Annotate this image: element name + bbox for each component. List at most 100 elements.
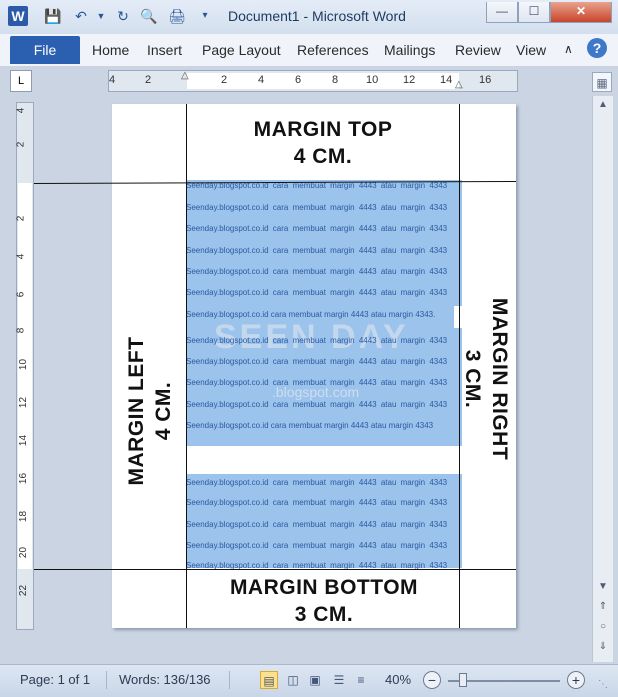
body-text-line: Seenday.blogspot.co.id cara membuat marg… bbox=[186, 421, 434, 430]
margin-bottom-title: MARGIN BOTTOM bbox=[229, 576, 419, 599]
margin-top-label: MARGIN TOP 4 CM. bbox=[188, 116, 458, 170]
scroll-up-icon[interactable]: ▲ bbox=[595, 98, 611, 112]
ruler-tick: 12 bbox=[18, 396, 30, 409]
tab-mailings[interactable]: Mailings bbox=[384, 42, 435, 58]
zoom-slider-thumb[interactable] bbox=[458, 673, 467, 687]
ruler-tick: 18 bbox=[18, 510, 30, 523]
tab-page-layout[interactable]: Page Layout bbox=[202, 42, 281, 58]
body-text-line: Seenday.blogspot.co.id cara membuat marg… bbox=[186, 498, 448, 507]
margin-right-value: 3 CM. bbox=[461, 349, 484, 409]
margin-top-title: MARGIN TOP bbox=[253, 118, 393, 141]
ruler-tick: 14 bbox=[440, 74, 453, 86]
undo-icon[interactable]: ↶ bbox=[72, 7, 90, 25]
ruler-tick: 22 bbox=[18, 584, 30, 597]
indent-marker-icon[interactable]: △ bbox=[181, 70, 189, 81]
minimize-button[interactable]: — bbox=[486, 2, 518, 23]
body-text-line: Seenday.blogspot.co.id cara membuat marg… bbox=[186, 357, 448, 366]
print-layout-view-icon[interactable]: ▤ bbox=[260, 671, 278, 689]
zoom-out-button[interactable]: − bbox=[423, 671, 441, 689]
ruler-tick: 14 bbox=[18, 434, 30, 447]
body-text-line: Seenday.blogspot.co.id cara membuat marg… bbox=[186, 478, 448, 487]
body-text-line: Seenday.blogspot.co.id cara membuat marg… bbox=[186, 378, 448, 387]
body-text-line: Seenday.blogspot.co.id cara membuat marg… bbox=[186, 288, 448, 297]
body-text-line: Seenday.blogspot.co.id cara membuat marg… bbox=[186, 224, 448, 233]
ruler-tick: 10 bbox=[366, 74, 379, 86]
scroll-down-icon[interactable]: ▼ bbox=[595, 580, 611, 594]
select-browse-object-icon[interactable]: ○ bbox=[595, 620, 611, 634]
ruler-text-area bbox=[187, 73, 459, 89]
print-preview-icon[interactable]: 🔍 bbox=[140, 7, 158, 25]
next-page-icon[interactable]: ⇓ bbox=[595, 640, 611, 654]
zoom-level[interactable]: 40% bbox=[385, 672, 411, 687]
help-icon[interactable]: ? bbox=[587, 38, 607, 58]
vertical-scrollbar[interactable]: ▲ ▼ ⇑ ○ ⇓ bbox=[592, 96, 613, 662]
ruler-tick: 8 bbox=[15, 327, 27, 334]
ruler-tick: 8 bbox=[332, 74, 339, 86]
maximize-button[interactable]: ☐ bbox=[518, 2, 550, 23]
margin-bottom-value: 3 CM. bbox=[294, 603, 354, 626]
resize-grip-icon[interactable]: ⋱ bbox=[598, 679, 608, 690]
ruler-tick: 16 bbox=[479, 74, 492, 86]
print-icon[interactable]: 🖨 bbox=[168, 7, 186, 25]
tab-selector-button[interactable]: L bbox=[10, 70, 32, 92]
margin-right-title: MARGIN RIGHT bbox=[488, 297, 511, 461]
ruler-tick: 2 bbox=[15, 215, 27, 222]
ruler-tick: 16 bbox=[18, 472, 30, 485]
ruler-tick: 4 bbox=[15, 107, 27, 114]
page-count[interactable]: Page: 1 of 1 bbox=[20, 672, 90, 687]
ruler-tick: 12 bbox=[403, 74, 416, 86]
ruler-tick: 4 bbox=[258, 74, 265, 86]
view-ruler-icon[interactable]: ▦ bbox=[592, 72, 612, 92]
draft-view-icon[interactable]: ≡ bbox=[352, 671, 370, 689]
body-text-line: Seenday.blogspot.co.id cara membuat marg… bbox=[186, 310, 436, 319]
word-app-icon[interactable]: W bbox=[8, 6, 28, 26]
previous-page-icon[interactable]: ⇑ bbox=[595, 600, 611, 614]
right-indent-marker-icon[interactable]: △ bbox=[455, 79, 463, 90]
tab-file[interactable]: File bbox=[10, 36, 80, 64]
title-bar: W 💾 ↶ ▼ ↻ 🔍 🖨 ▾ Document1 - Microsoft Wo… bbox=[0, 0, 618, 35]
body-text-line: Seenday.blogspot.co.id cara membuat marg… bbox=[186, 246, 448, 255]
customize-toolbar-icon[interactable]: ▾ bbox=[196, 7, 214, 25]
undo-dropdown-icon[interactable]: ▼ bbox=[92, 7, 110, 25]
body-text-line: Seenday.blogspot.co.id cara membuat marg… bbox=[186, 203, 448, 212]
ruler-tick: 10 bbox=[18, 358, 30, 371]
web-layout-view-icon[interactable]: ▣ bbox=[306, 671, 324, 689]
zoom-in-button[interactable]: + bbox=[567, 671, 585, 689]
window-title: Document1 - Microsoft Word bbox=[228, 8, 406, 24]
word-count[interactable]: Words: 136/136 bbox=[119, 672, 211, 687]
outline-view-icon[interactable]: ☰ bbox=[330, 671, 348, 689]
ribbon-tabs: File Home Insert Page Layout References … bbox=[0, 34, 618, 67]
tab-insert[interactable]: Insert bbox=[147, 42, 182, 58]
redo-icon[interactable]: ↻ bbox=[114, 7, 132, 25]
body-text-line: Seenday.blogspot.co.id cara membuat marg… bbox=[186, 336, 448, 345]
tab-references[interactable]: References bbox=[297, 42, 369, 58]
margin-top-value: 4 CM. bbox=[293, 145, 353, 168]
status-bar: Page: 1 of 1 Words: 136/136 ▤ ◫ ▣ ☰ ≡ 40… bbox=[0, 664, 618, 697]
vertical-ruler[interactable]: 4 2 2 4 6 8 10 12 14 16 18 20 22 bbox=[15, 102, 34, 630]
margin-right-label: MARGIN RIGHT 3 CM. bbox=[459, 249, 513, 509]
status-divider bbox=[106, 671, 107, 689]
horizontal-ruler[interactable]: 4 2 2 4 6 8 10 12 14 16 △ △ bbox=[108, 70, 518, 92]
body-text-line: Seenday.blogspot.co.id cara membuat marg… bbox=[186, 541, 448, 550]
ruler-tick: 4 bbox=[15, 253, 27, 260]
margin-left-label: MARGIN LEFT 4 CM. bbox=[123, 281, 177, 541]
status-divider bbox=[229, 671, 230, 689]
tab-review[interactable]: Review bbox=[455, 42, 501, 58]
body-text-line: Seenday.blogspot.co.id cara membuat marg… bbox=[186, 400, 448, 409]
ruler-tick: 4 bbox=[109, 74, 116, 86]
body-text-line: Seenday.blogspot.co.id cara membuat marg… bbox=[186, 520, 448, 529]
bottom-margin-line bbox=[34, 569, 516, 570]
body-text-line: Seenday.blogspot.co.id cara membuat marg… bbox=[186, 267, 448, 276]
ruler-tick: 2 bbox=[15, 141, 27, 148]
minimize-ribbon-icon[interactable]: ∧ bbox=[564, 42, 573, 56]
full-screen-reading-icon[interactable]: ◫ bbox=[284, 671, 302, 689]
close-button[interactable]: ✕ bbox=[550, 2, 612, 23]
margin-left-title: MARGIN LEFT bbox=[125, 336, 148, 486]
tab-view[interactable]: View bbox=[516, 42, 546, 58]
margin-bottom-label: MARGIN BOTTOM 3 CM. bbox=[188, 574, 460, 628]
save-icon[interactable]: 💾 bbox=[44, 7, 62, 25]
ruler-tick: 6 bbox=[295, 74, 302, 86]
ruler-tick: 20 bbox=[18, 546, 30, 559]
ruler-tick: 2 bbox=[145, 74, 152, 86]
tab-home[interactable]: Home bbox=[92, 42, 129, 58]
